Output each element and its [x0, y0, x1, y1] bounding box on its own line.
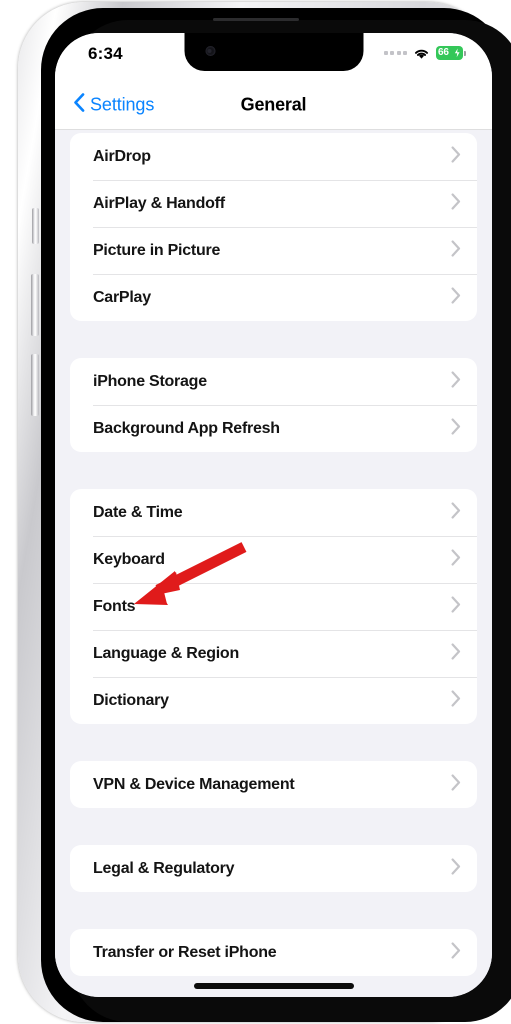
settings-row[interactable]: AirDrop: [70, 133, 477, 180]
screenshot-stage: 6:34 66 Settings General AirDrop AirPlay…: [0, 0, 511, 1024]
chevron-right-icon: [451, 501, 461, 524]
settings-row-label: Transfer or Reset iPhone: [93, 943, 277, 961]
settings-group: Transfer or Reset iPhone: [70, 929, 477, 976]
settings-row[interactable]: Keyboard: [70, 536, 477, 583]
settings-group: Date & Time Keyboard Fonts Language & Regio…: [70, 489, 477, 724]
chevron-right-icon: [451, 370, 461, 393]
settings-list[interactable]: AirDrop AirPlay & Handoff Picture in Pictu…: [55, 130, 492, 997]
volume-down-button[interactable]: [31, 354, 39, 416]
front-camera-icon: [205, 46, 215, 56]
settings-group: VPN & Device Management: [70, 761, 477, 808]
battery-body: 66: [436, 46, 463, 60]
settings-row[interactable]: iPhone Storage: [70, 358, 477, 405]
chevron-right-icon: [451, 145, 461, 168]
chevron-right-icon: [451, 857, 461, 880]
chevron-right-icon: [451, 595, 461, 618]
chevron-right-icon: [451, 941, 461, 964]
settings-row[interactable]: Picture in Picture: [70, 227, 477, 274]
settings-row[interactable]: Background App Refresh: [70, 405, 477, 452]
settings-row-label: AirPlay & Handoff: [93, 194, 225, 212]
settings-row[interactable]: Transfer or Reset iPhone: [70, 929, 477, 976]
home-indicator[interactable]: [193, 983, 354, 989]
chevron-right-icon: [451, 239, 461, 262]
settings-row-label: iPhone Storage: [93, 372, 207, 390]
settings-row-label: Date & Time: [93, 503, 183, 521]
settings-row[interactable]: Dictionary: [70, 677, 477, 724]
status-bar-time: 6:34: [88, 44, 123, 63]
settings-row-label: Keyboard: [93, 550, 165, 568]
chevron-right-icon: [451, 642, 461, 665]
settings-group: iPhone Storage Background App Refresh: [70, 358, 477, 452]
chevron-right-icon: [451, 689, 461, 712]
settings-group: Legal & Regulatory: [70, 845, 477, 892]
settings-row-label: Language & Region: [93, 644, 239, 662]
wifi-icon: [413, 47, 430, 60]
lightning-bolt-icon: [453, 46, 462, 65]
settings-row-label: AirDrop: [93, 147, 151, 165]
display-notch: [184, 33, 363, 71]
battery-cap: [464, 50, 466, 56]
settings-row[interactable]: Language & Region: [70, 630, 477, 677]
settings-row[interactable]: VPN & Device Management: [70, 761, 477, 808]
silent-switch[interactable]: [32, 208, 39, 244]
settings-row[interactable]: Legal & Regulatory: [70, 845, 477, 892]
chevron-right-icon: [451, 192, 461, 215]
chevron-right-icon: [451, 548, 461, 571]
chevron-right-icon: [451, 417, 461, 440]
battery-percent-label: 66: [438, 47, 449, 58]
settings-row[interactable]: Fonts: [70, 583, 477, 630]
navigation-bar: Settings General: [55, 80, 492, 130]
settings-row[interactable]: Date & Time: [70, 489, 477, 536]
settings-row[interactable]: CarPlay: [70, 274, 477, 321]
settings-row[interactable]: AirPlay & Handoff: [70, 180, 477, 227]
iphone-device-frame: 6:34 66 Settings General AirDrop AirPlay…: [18, 2, 511, 1022]
settings-row-label: Dictionary: [93, 691, 169, 709]
chevron-right-icon: [451, 286, 461, 309]
settings-row-label: Fonts: [93, 597, 136, 615]
settings-row-label: Background App Refresh: [93, 419, 280, 437]
volume-up-button[interactable]: [31, 274, 39, 336]
earpiece-speaker: [212, 18, 299, 21]
page-title: General: [240, 94, 307, 114]
settings-row-label: Legal & Regulatory: [93, 859, 235, 877]
battery-indicator: 66: [436, 46, 466, 60]
settings-row-label: VPN & Device Management: [93, 775, 295, 793]
signal-dots-icon: [383, 51, 407, 55]
settings-row-label: CarPlay: [93, 288, 151, 306]
status-bar-indicators: 66: [383, 46, 466, 60]
settings-group: AirDrop AirPlay & Handoff Picture in Pictu…: [70, 133, 477, 321]
settings-row-label: Picture in Picture: [93, 241, 221, 259]
chevron-right-icon: [451, 773, 461, 796]
iphone-screen: 6:34 66 Settings General AirDrop AirPlay…: [55, 33, 492, 997]
